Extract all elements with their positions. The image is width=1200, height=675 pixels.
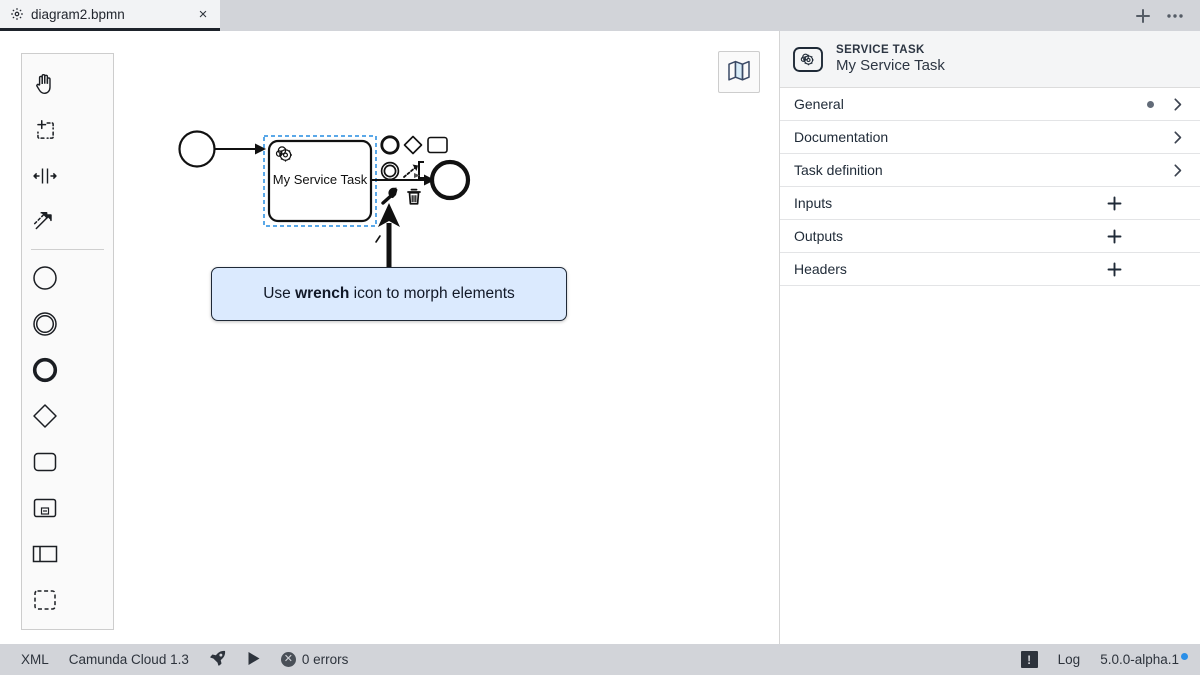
sequence-flow-1 [215,144,266,155]
bpmn-gear-icon [10,7,24,21]
log-button[interactable]: Log [1048,644,1091,675]
service-task-label: My Service Task [273,172,368,187]
properties-panel: SERVICE TASK My Service Task General Doc… [779,31,1200,644]
properties-panel-title-block: SERVICE TASK My Service Task [836,44,945,74]
properties-group-documentation[interactable]: Documentation [780,121,1200,154]
add-output-button[interactable] [1106,229,1122,244]
run-button[interactable] [237,644,271,675]
tab-bar-spacer [220,0,1130,31]
more-menu-icon[interactable] [1162,3,1188,29]
sequence-flow-2 [371,175,435,186]
context-pad-append-intermediate-event [382,163,399,180]
tab-diagram2-bpmn[interactable]: diagram2.bpmn × [0,0,220,31]
bpmn-modeler-window: diagram2.bpmn × [0,0,1200,675]
errors-label: 0 errors [302,652,349,667]
add-header-button[interactable] [1106,262,1122,277]
context-pad-wrench-icon [383,188,398,203]
group-label: Task definition [794,162,1170,178]
version-wrapper: 5.0.0-alpha.1 [1100,652,1179,667]
service-task-shape: My Service Task [269,141,371,221]
xml-label: XML [21,652,49,667]
group-label: Documentation [794,129,1170,145]
properties-group-general[interactable]: General [780,88,1200,121]
errors-button[interactable]: ✕ 0 errors [271,644,359,675]
rocket-icon [209,649,227,670]
properties-group-inputs[interactable]: Inputs [780,187,1200,220]
element-type-label: SERVICE TASK [836,44,945,56]
properties-group-outputs[interactable]: Outputs [780,220,1200,253]
tab-label: diagram2.bpmn [31,7,194,22]
end-event-shape [432,162,468,198]
status-bar-left: XML Camunda Cloud 1.3 ✕ 0 [0,644,358,675]
play-icon [247,651,261,669]
tooltip-pointer-arrow [376,203,400,267]
new-tab-button[interactable] [1130,3,1156,29]
status-engine-selector[interactable]: Camunda Cloud 1.3 [59,644,199,675]
diagram-canvas[interactable]: My Service Task [0,31,779,644]
tab-bar: diagram2.bpmn × [0,0,1200,31]
deploy-button[interactable] [199,644,237,675]
add-input-button[interactable] [1106,196,1122,211]
tooltip-suffix: icon to morph elements [349,285,514,302]
log-label: Log [1058,652,1081,667]
bpmn-diagram[interactable]: My Service Task [0,31,779,644]
group-label: Outputs [794,228,1106,244]
onboarding-tooltip: Use wrench icon to morph elements [211,267,567,321]
context-pad-append-gateway [405,137,422,154]
close-icon[interactable]: × [194,5,212,23]
service-task-icon [792,46,824,73]
update-available-dot-icon [1181,653,1188,660]
group-modified-dot-icon [1147,101,1154,108]
chevron-right-icon[interactable] [1170,98,1186,111]
element-name-label: My Service Task [836,57,945,74]
start-event-shape [180,132,215,167]
error-circle-icon: ✕ [281,652,296,667]
context-pad-append-task [428,138,447,153]
version-button[interactable]: 5.0.0-alpha.1 [1090,644,1189,675]
properties-group-task-definition[interactable]: Task definition [780,154,1200,187]
group-label: Inputs [794,195,1106,211]
status-bar: XML Camunda Cloud 1.3 ✕ 0 [0,644,1200,675]
tooltip-text: Use wrench icon to morph elements [263,285,515,303]
tab-bar-actions [1130,0,1200,31]
context-pad-append-text-annotation-icon [414,162,424,178]
context-pad-trash-icon [408,190,420,204]
group-label: General [794,96,1147,112]
version-label: 5.0.0-alpha.1 [1100,652,1179,667]
group-label: Headers [794,261,1106,277]
chevron-right-icon[interactable] [1170,131,1186,144]
properties-group-headers[interactable]: Headers [780,253,1200,286]
context-pad-append-end-event [382,137,398,153]
notifications-button[interactable]: ! [1011,644,1048,675]
status-bar-right: ! Log 5.0.0-alpha.1 [1011,644,1200,675]
tooltip-emphasis: wrench [295,285,349,302]
status-xml-button[interactable]: XML [11,644,59,675]
notification-badge-icon: ! [1021,651,1038,668]
properties-panel-header: SERVICE TASK My Service Task [780,31,1200,88]
engine-label: Camunda Cloud 1.3 [69,652,189,667]
chevron-right-icon[interactable] [1170,164,1186,177]
tooltip-prefix: Use [263,285,295,302]
